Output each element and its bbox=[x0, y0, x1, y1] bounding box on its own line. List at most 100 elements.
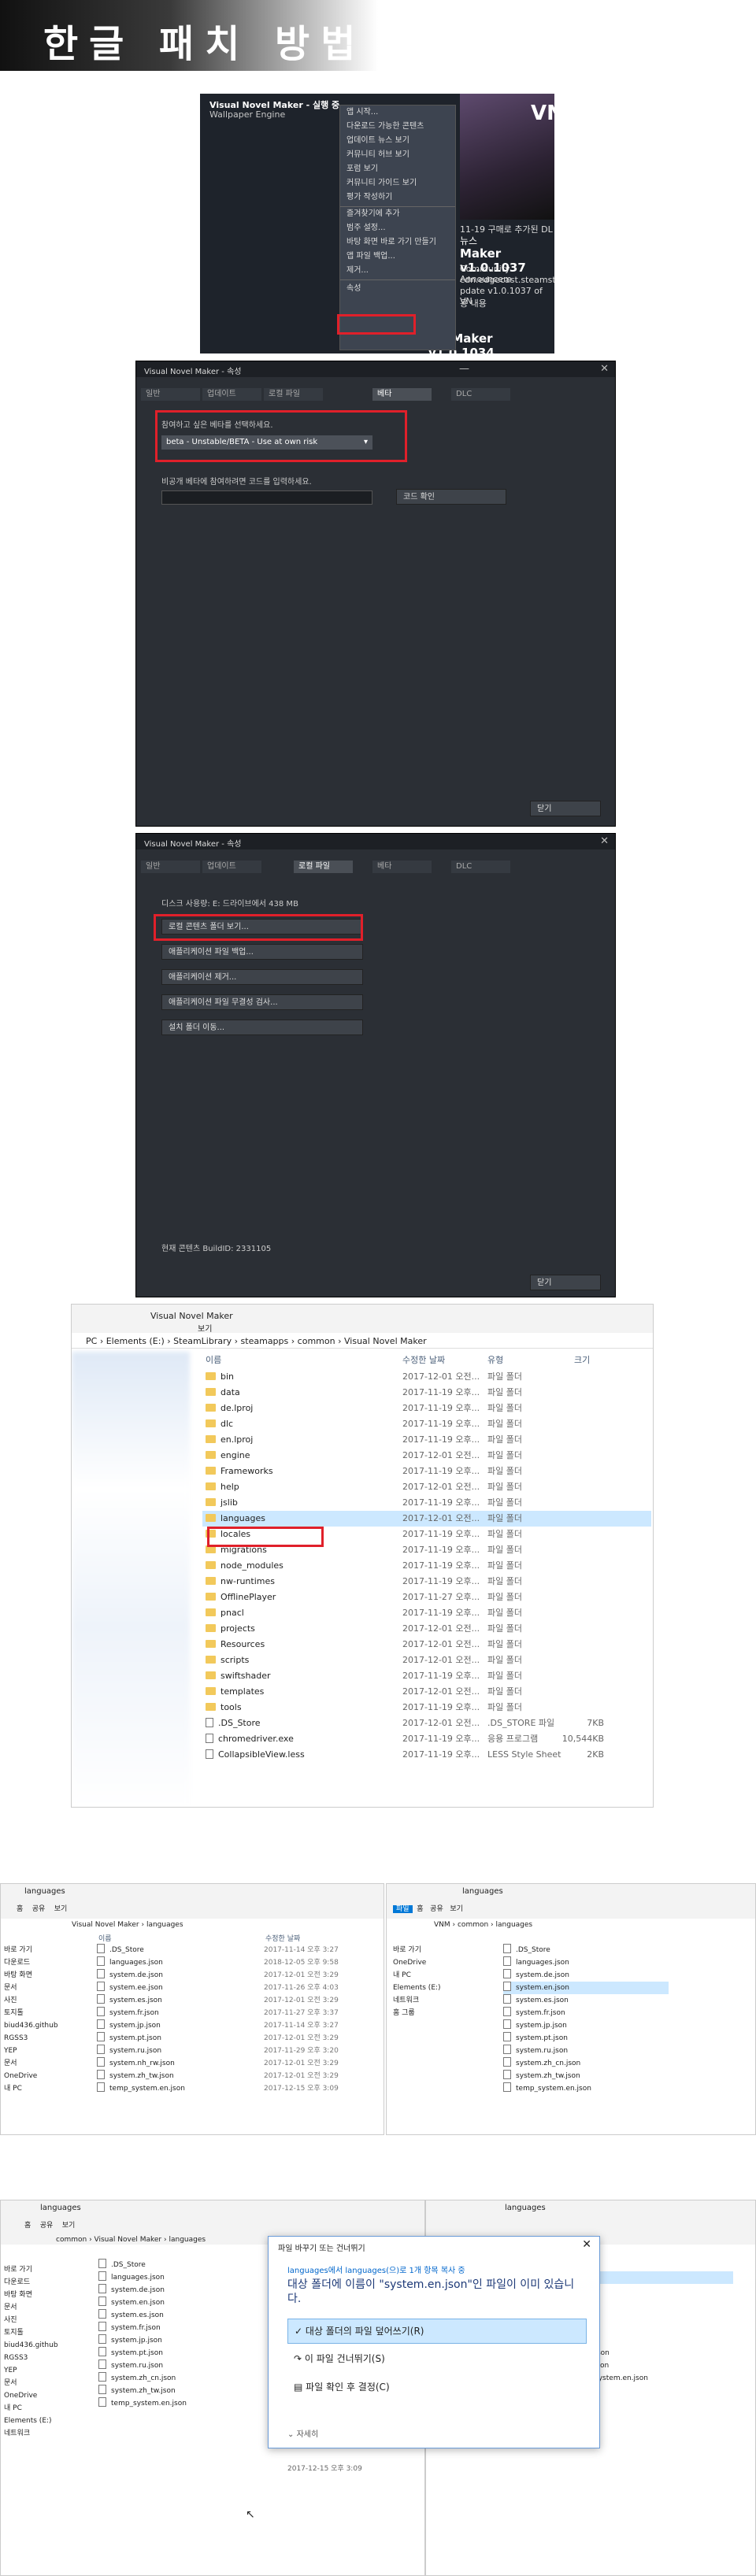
ribbon-tab-view[interactable]: 보기 bbox=[450, 1905, 463, 1913]
list-item[interactable]: system.jp.json 2017-11-14 오후 3:27 bbox=[97, 2019, 380, 2032]
ribbon-tab-view[interactable]: 보기 bbox=[62, 2222, 76, 2230]
menu-item-category[interactable]: 범주 설정... bbox=[340, 221, 455, 235]
table-row[interactable]: Resources 2017-12-01 오전... 파일 폴더 bbox=[202, 1637, 651, 1653]
list-item[interactable]: system.pt.json 2017-12-01 오전 3:29 bbox=[97, 2032, 380, 2045]
breadcrumb[interactable]: Visual Novel Maker bbox=[94, 2236, 162, 2244]
details-toggle[interactable]: ⌄ 자세히 bbox=[287, 2427, 318, 2439]
list-item[interactable]: system.ru.json bbox=[503, 2045, 669, 2057]
nav-item[interactable]: 사진 bbox=[4, 2314, 91, 2326]
menu-item-hub[interactable]: 커뮤니티 허브 보기 bbox=[340, 148, 455, 162]
breadcrumb[interactable]: Elements (E:) bbox=[106, 1336, 165, 1346]
tab-dlc[interactable]: DLC bbox=[451, 861, 510, 873]
list-item[interactable]: temp_system.en.json bbox=[503, 2082, 669, 2095]
breadcrumb[interactable]: languages bbox=[146, 1921, 183, 1929]
menu-item-favorite[interactable]: 즐겨찾기에 추가 bbox=[340, 207, 455, 221]
table-row[interactable]: Frameworks 2017-11-19 오후... 파일 폴더 bbox=[202, 1464, 651, 1479]
list-item[interactable]: system.pt.json bbox=[503, 2032, 669, 2045]
nav-item[interactable]: YEP bbox=[4, 2364, 91, 2377]
tab-dlc[interactable]: DLC bbox=[451, 388, 510, 401]
menu-item-guides[interactable]: 커뮤니티 가이드 보기 bbox=[340, 176, 455, 191]
nav-item[interactable]: OneDrive bbox=[393, 1956, 487, 1969]
nav-item[interactable]: Elements (E:) bbox=[4, 2415, 91, 2427]
table-row[interactable]: jslib 2017-11-19 오후... 파일 폴더 bbox=[202, 1495, 651, 1511]
address-bar[interactable]: Visual Novel Maker › languages bbox=[72, 1919, 183, 1931]
ribbon-tab-share[interactable]: 공유 bbox=[40, 2222, 54, 2230]
nav-item[interactable]: 바로 가기 bbox=[4, 1944, 83, 1956]
nav-item[interactable]: 사진 bbox=[4, 1994, 83, 2007]
list-item[interactable]: system.pt.json bbox=[98, 2347, 272, 2359]
ribbon-tab-share[interactable]: 공유 bbox=[430, 1905, 443, 1913]
list-item[interactable]: system.zh_tw.json bbox=[98, 2385, 272, 2397]
tab-general[interactable]: 일반 bbox=[141, 388, 200, 401]
verify-integrity-button[interactable]: 애플리케이션 파일 무결성 검사... bbox=[161, 994, 363, 1010]
list-item[interactable]: system.zh_cn.json bbox=[98, 2372, 272, 2385]
nav-item[interactable]: OneDrive bbox=[4, 2389, 91, 2402]
uninstall-button[interactable]: 애플리케이션 제거... bbox=[161, 969, 363, 985]
list-item[interactable]: .DS_Store bbox=[503, 1944, 669, 1956]
list-item[interactable]: system.de.json 2017-12-01 오전 3:29 bbox=[97, 1969, 380, 1982]
close-button[interactable]: 닫기 bbox=[530, 801, 601, 816]
nav-item[interactable]: 바탕 화면 bbox=[4, 1969, 83, 1982]
breadcrumb[interactable]: common bbox=[298, 1336, 335, 1346]
list-item[interactable]: system.ru.json bbox=[98, 2359, 272, 2372]
nav-item[interactable]: 내 PC bbox=[393, 1969, 487, 1982]
check-code-button[interactable]: 코드 확인 bbox=[396, 489, 506, 505]
nav-item[interactable]: 문서 bbox=[4, 1982, 83, 1994]
menu-item-forum[interactable]: 포럼 보기 bbox=[340, 162, 455, 176]
list-item[interactable]: system.nh_rw.json 2017-12-01 오전 3:29 bbox=[97, 2057, 380, 2070]
list-item[interactable]: system.fr.json bbox=[503, 2007, 669, 2019]
breadcrumb[interactable]: common bbox=[458, 1921, 488, 1929]
list-item[interactable]: system.en.json bbox=[98, 2297, 272, 2309]
tab-local-files[interactable]: 로컬 파일 bbox=[294, 861, 353, 873]
menu-item-shortcut[interactable]: 바탕 화면 바로 가기 만들기 bbox=[340, 235, 455, 250]
list-item[interactable]: system.zh_cn.json bbox=[503, 2057, 669, 2070]
compare-files-option[interactable]: ▤ 파일 확인 후 결정(C) bbox=[294, 2380, 390, 2393]
table-row[interactable]: help 2017-12-01 오전... 파일 폴더 bbox=[202, 1479, 651, 1495]
nav-item[interactable]: 네트워크 bbox=[393, 1994, 487, 2007]
list-item[interactable]: system.fr.json 2017-11-27 오후 3:37 bbox=[97, 2007, 380, 2019]
menu-item-dlc[interactable]: 다운로드 가능한 콘텐츠 bbox=[340, 120, 455, 134]
list-item[interactable]: system.de.json bbox=[503, 1969, 669, 1982]
nav-item[interactable]: 토지톨 bbox=[4, 2007, 83, 2019]
menu-item-news[interactable]: 업데이트 뉴스 보기 bbox=[340, 134, 455, 148]
column-date[interactable]: 수정한 날짜 bbox=[402, 1353, 445, 1366]
table-row[interactable]: chromedriver.exe 2017-11-19 오후... 응용 프로그램 1… bbox=[202, 1731, 651, 1747]
nav-item[interactable]: 홈 그룹 bbox=[393, 2007, 487, 2019]
tab-beta[interactable]: 베타 bbox=[372, 861, 432, 873]
table-row[interactable]: pnacl 2017-11-19 오후... 파일 폴더 bbox=[202, 1605, 651, 1621]
nav-item[interactable]: RGSS3 bbox=[4, 2352, 91, 2364]
address-bar[interactable]: common › Visual Novel Maker › languages bbox=[56, 2234, 206, 2246]
move-install-folder-button[interactable]: 설치 폴더 이동... bbox=[161, 1020, 363, 1035]
list-item[interactable]: system.fr.json bbox=[98, 2322, 272, 2334]
replace-file-option[interactable]: ✓ 대상 폴더의 파일 덮어쓰기(R) bbox=[287, 2319, 587, 2344]
ribbon-tab-share[interactable]: 공유 bbox=[32, 1905, 46, 1913]
nav-item[interactable]: 토지톨 bbox=[4, 2326, 91, 2339]
table-row[interactable]: node_modules 2017-11-19 오후... 파일 폴더 bbox=[202, 1558, 651, 1574]
tab-general[interactable]: 일반 bbox=[141, 861, 200, 873]
breadcrumb[interactable]: PC bbox=[86, 1336, 97, 1346]
close-icon[interactable]: ✕ bbox=[600, 835, 609, 847]
nav-item[interactable]: YEP bbox=[4, 2045, 83, 2057]
table-row[interactable]: projects 2017-12-01 오전... 파일 폴더 bbox=[202, 1621, 651, 1637]
breadcrumb[interactable]: VNM bbox=[434, 1921, 450, 1929]
ribbon-tab-home[interactable]: 홈 bbox=[17, 1905, 23, 1913]
breadcrumb[interactable]: SteamLibrary bbox=[173, 1336, 232, 1346]
address-bar[interactable]: VNM › common › languages bbox=[434, 1919, 532, 1931]
beta-code-input[interactable] bbox=[161, 490, 372, 505]
table-row[interactable]: engine 2017-12-01 오전... 파일 폴더 bbox=[202, 1448, 651, 1464]
breadcrumb[interactable]: Visual Novel Maker bbox=[344, 1336, 427, 1346]
breadcrumb[interactable]: languages bbox=[169, 2236, 206, 2244]
list-item[interactable]: languages.json bbox=[98, 2271, 272, 2284]
library-item-wallpaper[interactable]: Wallpaper Engine bbox=[209, 109, 285, 120]
nav-item[interactable]: 문서 bbox=[4, 2377, 91, 2389]
nav-item[interactable]: 내 PC bbox=[4, 2402, 91, 2415]
nav-item[interactable]: 바로 가기 bbox=[4, 2263, 91, 2276]
list-item[interactable]: system.es.json bbox=[98, 2309, 272, 2322]
nav-item[interactable]: RGSS3 bbox=[4, 2032, 83, 2045]
nav-item[interactable]: 네트워크 bbox=[4, 2427, 91, 2440]
tab-updates[interactable]: 업데이트 bbox=[202, 861, 261, 873]
list-item[interactable]: .DS_Store bbox=[98, 2259, 272, 2271]
tab-local-files[interactable]: 로컬 파일 bbox=[264, 388, 323, 401]
table-row[interactable]: OfflinePlayer 2017-11-27 오후... 파일 폴더 bbox=[202, 1590, 651, 1605]
list-item[interactable]: system.ee.json 2017-11-26 오후 4:03 bbox=[97, 1982, 380, 1994]
